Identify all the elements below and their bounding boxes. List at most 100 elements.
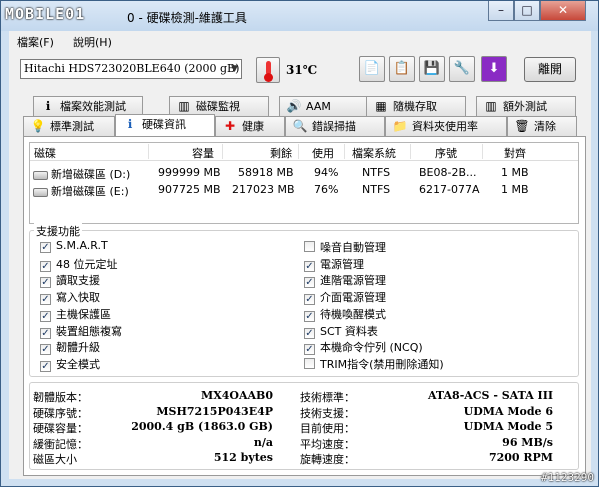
info-label: 技術標準： [300,391,355,404]
feature-checkbox-row[interactable]: ✓ 裝置組態複寫 [40,323,122,339]
info-value: 512 bytes [213,451,273,465]
checkbox-checked[interactable]: ✓ [40,294,51,306]
feature-checkbox-row[interactable]: ✓ S.M.A.R.T [40,239,108,253]
close-button[interactable]: ✕ [540,1,586,21]
feature-checkbox-row[interactable]: 噪音自動管理 [304,239,386,255]
checkbox-checked[interactable]: ✓ [40,277,51,289]
minimize-button[interactable]: – [488,1,514,21]
download-button[interactable]: ⬇ [481,56,507,82]
tab-label: 資料夾使用率 [412,120,478,133]
feature-checkbox-row[interactable]: ✓ 讀取支援 [40,272,100,289]
tab-disk-info[interactable]: ℹ 硬碟資訊 [115,114,215,136]
row-free: 58918 MB [238,166,294,179]
menu-help[interactable]: 說明(H) [73,34,112,50]
column-header[interactable]: 磁碟 [34,145,56,161]
tab-standard-test[interactable]: 💡 標準測試 [23,116,115,136]
app-window: MOBILE01 0 - 硬碟檢測-維護工具 – □ ✕ 檔案(F) 說明(H)… [0,0,599,487]
feature-label: 安全模式 [56,357,100,371]
column-header[interactable]: 容量 [192,145,214,161]
feature-checkbox-row[interactable]: ✓ 待機喚醒模式 [304,306,386,322]
checkbox-checked[interactable]: ✓ [304,310,315,322]
watermark: #1123290 [541,471,594,484]
feature-checkbox-row[interactable]: ✓ 電源管理 [304,256,364,272]
checkbox-checked[interactable]: ✓ [304,344,315,356]
row-filesystem: NTFS [362,183,391,196]
info-label: 目前使用： [300,422,355,436]
info-value: MSH7215P043E4P [156,404,273,418]
feature-checkbox-row[interactable]: TRIM指令(禁用刪除通知) [304,356,444,372]
bar-chart-icon: ▥ [485,99,497,113]
info-value: 2000.4 gB (1863.0 GB) [131,420,273,434]
checkbox-checked[interactable]: ✓ [40,327,51,339]
tab-disk-monitor[interactable]: ▥ 磁碟監視 [169,96,269,116]
tab-random-access[interactable]: ▦ 隨機存取 [366,96,466,116]
info-label: 平均速度： [300,437,355,451]
menu-bar: 檔案(F) 說明(H) [9,31,591,51]
tab-health[interactable]: ✚ 健康 [215,116,285,136]
column-header[interactable]: 使用 [312,145,334,161]
tab-label: 額外測試 [503,100,547,113]
tab-file-benchmark[interactable]: ℹ 檔案效能測試 [33,96,143,116]
feature-label: 48 位元定址 [56,257,118,271]
checkbox-checked[interactable]: ✓ [304,327,315,339]
column-header[interactable]: 檔案系統 [352,145,396,161]
feature-checkbox-row[interactable]: ✓ 48 位元定址 [40,256,118,272]
feature-label: TRIM指令(禁用刪除通知) [320,357,444,371]
feature-checkbox-row[interactable]: ✓ 安全模式 [40,356,100,372]
checkbox-unchecked[interactable] [304,357,315,369]
settings-button[interactable]: 🔧 [449,56,475,82]
info-label: 韌體版本： [33,391,88,404]
tab-erase[interactable]: 🗑 清除 [507,116,577,136]
feature-label: S.M.A.R.T [56,239,108,252]
checkbox-checked[interactable]: ✓ [40,310,51,322]
info-value: MX4OAAB0 [201,389,273,402]
column-header[interactable]: 對齊 [504,145,526,161]
grid-icon: ▦ [375,99,387,113]
feature-label: 本機命令佇列 (NCQ) [320,341,423,355]
tab-extra-tests[interactable]: ▥ 額外測試 [476,96,576,116]
menu-file[interactable]: 檔案(F) [17,34,54,50]
feature-checkbox-row[interactable]: ✓ 介面電源管理 [304,289,386,306]
checkbox-checked[interactable]: ✓ [40,344,51,356]
checkbox-unchecked[interactable] [304,241,315,252]
tab-aam[interactable]: 🔊 AAM [279,96,369,116]
trash-icon: 🗑 [514,119,530,133]
maximize-button[interactable]: □ [514,1,540,21]
info-value: 7200 RPM [488,451,553,465]
drive-icon [33,187,48,197]
feature-checkbox-row[interactable]: ✓ SCT 資料表 [304,323,378,339]
checkbox-checked[interactable]: ✓ [304,260,315,272]
copy-alt-button[interactable]: 📋 [389,56,415,82]
checkbox-checked[interactable]: ✓ [40,360,51,372]
column-header[interactable]: 剩餘 [270,145,292,161]
copy-alt-icon: 📋 [393,61,411,76]
tab-error-scan[interactable]: 🔍 錯誤掃描 [285,116,385,136]
row-serial: 6217-077A [419,183,480,196]
main-client-area: Hitachi HDS723020BLE640 (2000 gB) ▼ 31℃ … [9,51,591,479]
feature-checkbox-row[interactable]: ✓ 主機保護區 [40,306,111,322]
title-bar[interactable]: MOBILE01 0 - 硬碟檢測-維護工具 – □ ✕ [1,1,598,31]
checkbox-checked[interactable]: ✓ [304,294,315,306]
feature-checkbox-row[interactable]: ✓ 進階電源管理 [304,272,386,289]
volume-table[interactable]: 磁碟 容量 剩餘 使用 檔案系統 序號 對齊 新增磁碟區 (D:) 999999… [29,142,579,224]
row-capacity: 999999 MB [158,166,221,179]
checkbox-checked[interactable]: ✓ [40,260,51,272]
save-button[interactable]: 💾 [419,56,445,82]
feature-checkbox-row[interactable]: ✓ 本機命令佇列 (NCQ) [304,339,423,356]
row-used: 76% [314,183,339,196]
exit-button[interactable]: 離開 [524,57,576,82]
checkbox-checked[interactable]: ✓ [304,277,315,289]
checkbox-checked[interactable]: ✓ [40,242,51,253]
copy-button[interactable]: 📄 [359,56,385,82]
column-header[interactable]: 序號 [435,145,457,161]
drive-select[interactable]: Hitachi HDS723020BLE640 (2000 gB) ▼ [20,59,242,79]
feature-label: 讀取支援 [56,274,100,288]
info-label: 硬碟序號： [33,406,88,420]
feature-checkbox-row[interactable]: ✓ 韌體升級 [40,339,100,356]
feature-label: 主機保護區 [56,307,111,321]
tab-label: 磁碟監視 [196,100,240,113]
feature-checkbox-row[interactable]: ✓ 寫入快取 [40,289,100,306]
tab-label: 隨機存取 [393,100,437,113]
tab-folder-usage[interactable]: 📁 資料夾使用率 [385,116,507,136]
row-capacity: 907725 MB [158,183,221,196]
